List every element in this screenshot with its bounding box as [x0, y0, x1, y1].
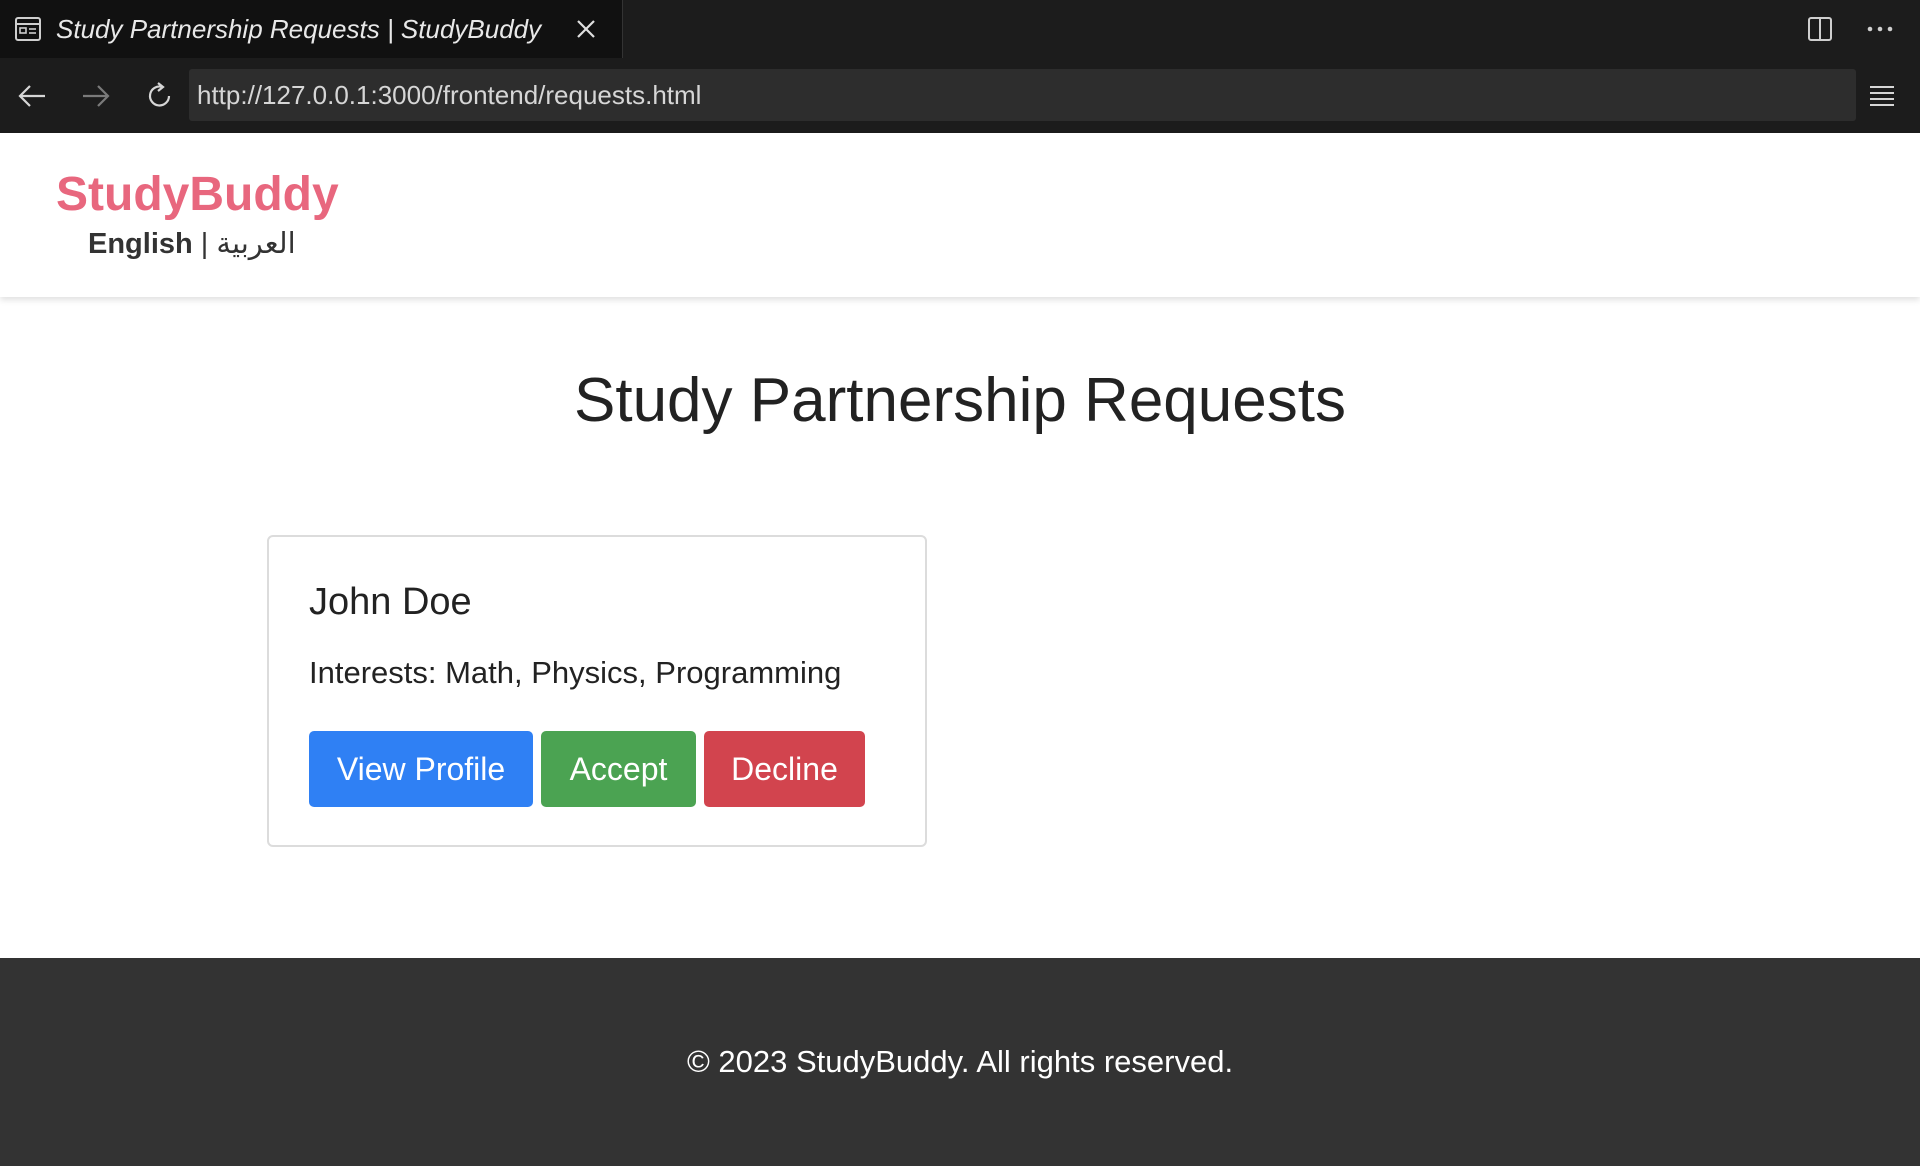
lang-arabic-link[interactable]: العربية — [216, 228, 295, 260]
decline-button[interactable]: Decline — [704, 731, 865, 807]
request-card: John Doe Interests: Math, Physics, Progr… — [267, 535, 927, 847]
tab-title: Study Partnership Requests | StudyBuddy — [56, 13, 542, 44]
address-bar: http://127.0.0.1:3000/frontend/requests.… — [0, 58, 1920, 133]
browser-tabbar: Study Partnership Requests | StudyBuddy — [0, 0, 1920, 58]
more-icon[interactable] — [1862, 11, 1898, 47]
page-icon — [14, 15, 42, 43]
forward-arrow-icon[interactable] — [64, 64, 128, 128]
browser-tab[interactable]: Study Partnership Requests | StudyBuddy — [0, 0, 623, 58]
web-page: StudyBuddy English | العربية Study Partn… — [0, 133, 1920, 1166]
requester-name: John Doe — [309, 581, 472, 623]
view-profile-button[interactable]: View Profile — [309, 731, 533, 807]
brand-logo[interactable]: StudyBuddy — [56, 167, 339, 222]
site-header: StudyBuddy English | العربية — [0, 133, 1920, 297]
copyright-text: © 2023 StudyBuddy. All rights reserved. — [686, 1044, 1234, 1079]
lang-separator: | — [200, 228, 209, 260]
close-icon[interactable] — [570, 13, 602, 45]
requester-interests: Interests: Math, Physics, Programming — [309, 655, 842, 690]
reload-icon[interactable] — [128, 64, 192, 128]
menu-icon[interactable] — [1858, 72, 1906, 120]
back-arrow-icon[interactable] — [0, 64, 64, 128]
url-field[interactable]: http://127.0.0.1:3000/frontend/requests.… — [189, 69, 1856, 121]
split-view-icon[interactable] — [1802, 11, 1838, 47]
site-footer: © 2023 StudyBuddy. All rights reserved. — [0, 958, 1920, 1166]
language-switcher: English | العربية — [88, 226, 296, 261]
lang-english-link[interactable]: English — [88, 228, 193, 260]
page-title: Study Partnership Requests — [574, 366, 1346, 435]
accept-button[interactable]: Accept — [541, 731, 696, 807]
